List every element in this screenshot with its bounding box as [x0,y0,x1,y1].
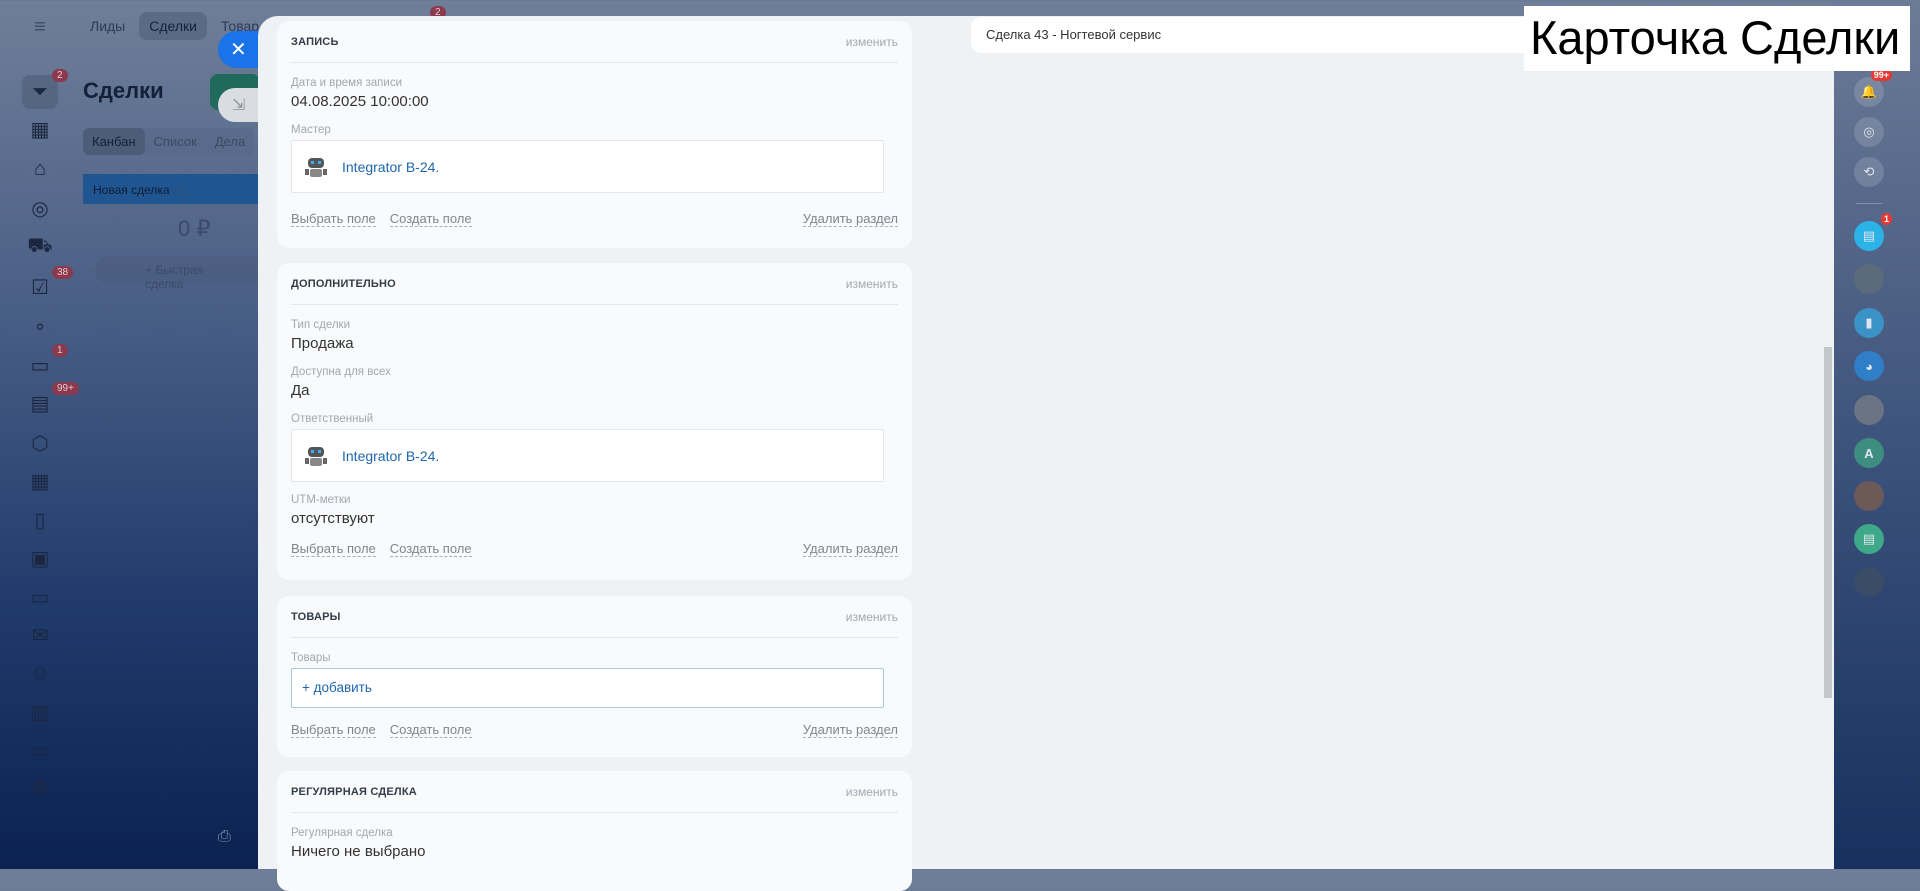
kanban-column-header: Новая сделка (0) [83,174,263,204]
view-activities[interactable]: Дела [206,128,254,155]
warehouse-icon[interactable]: ⌂ [22,154,58,184]
create-field-link[interactable]: Создать поле [389,211,472,227]
bell-icon[interactable]: 🔔 99+ [1854,69,1892,107]
section-record: Запись изменить Дата и время записи 04.08… [277,21,912,248]
view-list[interactable]: Список [145,128,206,155]
quick-deal-button[interactable]: + Быстрая сделка [95,256,265,291]
avatar[interactable]: A [1854,438,1884,468]
create-field-link[interactable]: Создать поле [389,541,472,557]
settings-icon[interactable]: ⚙ [22,773,58,803]
edit-section-link[interactable]: изменить [846,785,898,799]
create-field-link[interactable]: Создать поле [389,722,472,738]
field-label: Товары [291,652,331,664]
column-sum: 0 ₽ [178,216,211,241]
mail-icon[interactable]: ✉ [22,620,58,650]
scrollbar[interactable] [1824,347,1832,698]
utm-value: отсутствуют [291,510,375,527]
calendar-icon[interactable]: ▦ [22,114,58,144]
tab-deals[interactable]: Сделки [139,12,207,40]
section-title: Товары [291,610,341,623]
calendar2-icon[interactable]: ▦ [22,466,58,496]
target-icon[interactable]: ◎ [22,193,58,223]
avatar[interactable] [1854,395,1884,425]
print-icon[interactable]: ⎙ [218,828,231,846]
bookmark-icon[interactable]: ▮ [1854,308,1884,338]
column-name: Новая сделка [93,183,170,197]
view-kanban[interactable]: Канбан [83,128,145,155]
select-field-link[interactable]: Выбрать поле [291,722,376,738]
add-product-button[interactable]: + добавить [291,668,884,708]
card-icon[interactable]: ▭ [22,735,58,765]
copilot-icon[interactable]: ◎ [1854,117,1884,147]
master-user: Integrator B-24. [291,140,884,193]
support-icon[interactable]: ⟲ [1854,157,1884,187]
field-label: UTM-метки [291,494,351,506]
deal-title: Сделка 43 - Ногтевой сервис [986,27,1162,42]
menu-icon[interactable]: ≡ [22,12,58,42]
section-additional: Дополнительно изменить Тип сделки Продажа… [277,263,912,580]
edit-section-link[interactable]: изменить [846,277,898,291]
tasks-icon[interactable]: ☑ 38 [22,266,74,302]
presentation-icon[interactable]: ▣ [22,543,58,573]
field-label: Тип сделки [291,319,351,331]
edit-section-link[interactable]: изменить [846,35,898,49]
deal-card-panel: Запись изменить Дата и время записи 04.08… [258,16,1871,891]
field-label: Мастер [291,124,331,136]
left-sidebar: ≡ ⏷ 2 ▦ ⌂ ◎ ⛟ ☑ 38 ∘ ▭ 1 ▤ 99+ ⬡ ▦ ▯ ▣ ▭ ✉ ☺… [0,0,80,869]
chat-icon[interactable]: ▭ 1 [22,344,68,380]
available-to-all-value[interactable]: Да [291,382,898,399]
field-label: Дата и время записи [291,77,403,89]
news-icon[interactable]: ▤ [1854,524,1884,554]
avatar[interactable] [1854,481,1884,511]
user-link[interactable]: Integrator B-24. [342,448,439,464]
hexagon-icon[interactable]: ⬡ [22,428,58,458]
deal-type-value[interactable]: Продажа [291,335,898,352]
analytics-icon[interactable]: ▥ [22,697,58,727]
delete-section-link[interactable]: Удалить раздел [802,541,898,557]
section-title: Дополнительно [291,277,396,290]
select-field-link[interactable]: Выбрать поле [291,211,376,227]
avatar[interactable] [1854,264,1884,294]
delete-section-link[interactable]: Удалить раздел [802,211,898,227]
section-title: Регулярная сделка [291,785,417,798]
recurring-value[interactable]: Ничего не выбрано [291,843,898,860]
edit-section-link[interactable]: изменить [846,610,898,624]
flow-icon[interactable]: ∘ [22,311,58,341]
section-title: Запись [291,35,339,48]
record-datetime-value[interactable]: 04.08.2025 10:00:00 [291,93,898,110]
sidebar-item-crm[interactable]: ⏷ 2 [22,69,68,109]
document-icon[interactable]: ▯ [22,505,58,535]
responsible-user: Integrator B-24. [291,429,884,482]
column-count: (0) [172,183,188,197]
select-field-link[interactable]: Выбрать поле [291,541,376,557]
chat-badge: 1 [1880,213,1892,225]
feed-icon[interactable]: ▤ 99+ [22,382,79,418]
overlay-caption: Карточка Сделки [1524,6,1910,71]
field-label: Регулярная сделка [291,827,393,839]
cart-icon[interactable]: ⛟ [22,232,58,262]
field-label: Доступна для всех [291,366,391,378]
contacts-icon[interactable]: ☺ [22,658,58,688]
section-products: Товары изменить Товары + добавить Выбрать… [277,596,912,757]
view-switcher: Канбан Список Дела [83,128,255,155]
robot-avatar-icon [305,157,327,177]
robot-avatar-icon [305,446,327,466]
page-title: Сделки [83,78,164,103]
drive-icon[interactable]: ▭ [22,582,58,612]
user-link[interactable]: Integrator B-24. [342,159,439,175]
right-sidebar: 🔔 99+ ◎ ⟲ ▤ 1 ▮ ◕ A ▤ [1834,0,1920,869]
messenger-icon[interactable]: ▤ 1 [1854,213,1892,251]
delete-section-link[interactable]: Удалить раздел [802,722,898,738]
section-recurring: Регулярная сделка изменить Регулярная сде… [277,771,912,891]
avatar[interactable]: ◕ [1854,351,1884,381]
avatar[interactable] [1854,567,1884,597]
tab-leads[interactable]: Лиды [80,12,135,40]
field-label: Ответственный [291,413,374,425]
